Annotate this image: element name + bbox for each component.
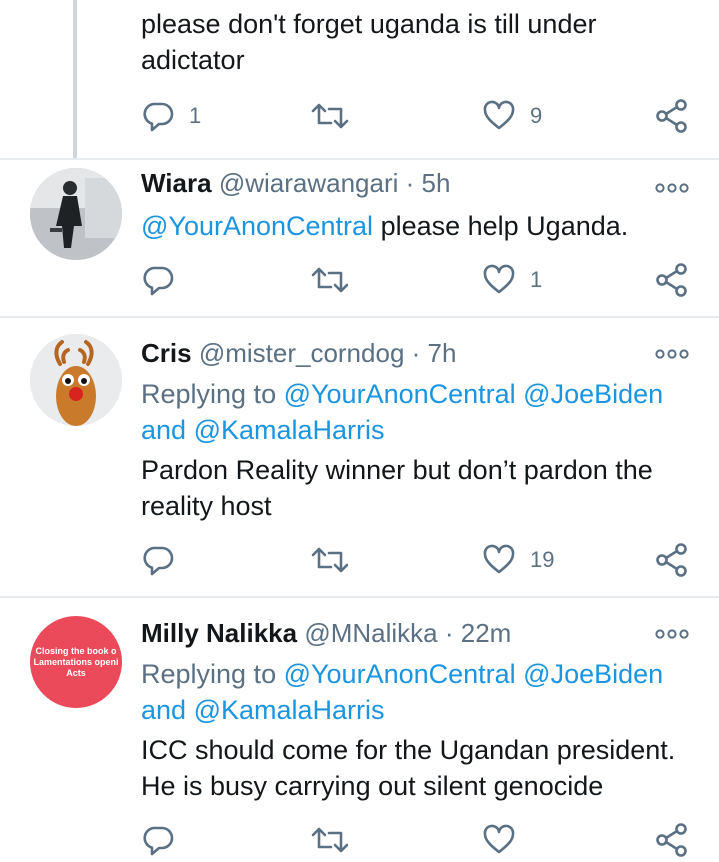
- tweet-2-line-2: reality host: [141, 491, 272, 521]
- share-button[interactable]: [654, 260, 690, 300]
- tweet-1-body: please help Uganda.: [373, 211, 629, 241]
- like-button[interactable]: 19: [482, 540, 554, 580]
- tweet-0[interactable]: please don't forget uganda is till under…: [0, 0, 719, 160]
- reply-icon: [143, 826, 174, 856]
- dot-separator: ·: [411, 338, 421, 368]
- replying-to-line-2: and @KamalaHarris: [141, 692, 385, 728]
- tweet-1-text: @YourAnonCentral please help Uganda.: [141, 208, 628, 244]
- and-text: and: [141, 415, 194, 445]
- tweet-2[interactable]: Cris @mister_corndog · 7h Replying to @Y…: [0, 318, 719, 594]
- share-icon: [656, 823, 687, 857]
- tweet-3-actions: [0, 820, 719, 860]
- reply-button[interactable]: [141, 540, 175, 580]
- replying-to-line-1: Replying to @YourAnonCentral @JoeBiden: [141, 656, 663, 692]
- like-button[interactable]: 1: [482, 260, 542, 300]
- tweet-3-line-1: ICC should come for the Ugandan presiden…: [141, 735, 676, 765]
- dot-separator: ·: [444, 618, 454, 648]
- tweet-3[interactable]: Closing the book o Lamentations openi Ac…: [0, 598, 719, 862]
- more-button[interactable]: [654, 624, 690, 644]
- tweet-3-header: Milly Nalikka @MNalikka · 22m: [141, 616, 511, 650]
- tweet-3-line-2: He is busy carrying out silent genocide: [141, 771, 604, 801]
- retweet-icon: [311, 267, 349, 293]
- share-icon: [656, 99, 687, 133]
- more-button[interactable]: [654, 178, 690, 198]
- handle[interactable]: @mister_corndog: [199, 338, 405, 368]
- more-button[interactable]: [654, 344, 690, 364]
- tweet-1[interactable]: Wiara @wiarawangari · 5h @YourAnonCentra…: [0, 160, 719, 316]
- mention-link[interactable]: @JoeBiden: [523, 659, 663, 689]
- mention-link[interactable]: @KamalaHarris: [194, 415, 385, 445]
- retweet-icon: [311, 547, 349, 573]
- reply-icon: [143, 102, 174, 132]
- retweet-button[interactable]: [310, 820, 350, 860]
- tweet-2-header: Cris @mister_corndog · 7h: [141, 336, 456, 370]
- like-icon: [483, 824, 515, 854]
- tweet-0-actions: 1 9: [0, 96, 719, 136]
- timestamp[interactable]: 5h: [422, 168, 451, 198]
- tweet-2-line-1: Pardon Reality winner but don’t pardon t…: [141, 455, 653, 485]
- reply-icon: [143, 546, 174, 576]
- avatar-text-line-3: Acts: [66, 667, 86, 678]
- handle[interactable]: @wiarawangari: [219, 168, 399, 198]
- tweet-0-line-1: please don't forget uganda is till under: [141, 9, 597, 39]
- avatar-text-line-2: Lamentations openi: [33, 656, 119, 667]
- tweet-2-actions: 19: [0, 540, 719, 580]
- tweet-1-header: Wiara @wiarawangari · 5h: [141, 166, 450, 200]
- timestamp[interactable]: 22m: [461, 618, 512, 648]
- replying-to-label: Replying to: [141, 659, 284, 689]
- reply-count: 1: [189, 103, 202, 128]
- and-text: and: [141, 695, 194, 725]
- reply-button[interactable]: [141, 260, 175, 300]
- display-name[interactable]: Cris: [141, 338, 192, 368]
- replying-to-label: Replying to: [141, 379, 284, 409]
- avatar-text-line-1: Closing the book o: [35, 645, 117, 656]
- tweet-1-actions: 1: [0, 260, 719, 300]
- retweet-button[interactable]: [310, 96, 350, 136]
- like-button[interactable]: 9: [482, 96, 542, 136]
- like-icon: [483, 264, 515, 294]
- share-button[interactable]: [654, 540, 690, 580]
- dot-separator: ·: [405, 168, 415, 198]
- tweet-0-line-2: adictator: [141, 45, 245, 75]
- display-name[interactable]: Wiara: [141, 168, 212, 198]
- more-icon: [655, 629, 689, 639]
- avatar[interactable]: [30, 168, 122, 260]
- retweet-icon: [311, 827, 349, 853]
- reply-button[interactable]: [141, 820, 175, 860]
- reply-button[interactable]: 1: [141, 96, 201, 136]
- person-photo-avatar-icon: [30, 168, 122, 260]
- share-icon: [656, 543, 687, 577]
- like-count: 1: [530, 267, 543, 292]
- mention-link[interactable]: @KamalaHarris: [194, 695, 385, 725]
- mention-link[interactable]: @YourAnonCentral: [141, 211, 373, 241]
- mention-link[interactable]: @JoeBiden: [523, 379, 663, 409]
- reindeer-toy-avatar-icon: [30, 334, 122, 426]
- more-icon: [655, 183, 689, 193]
- share-button[interactable]: [654, 96, 690, 136]
- replying-to-line-1: Replying to @YourAnonCentral @JoeBiden: [141, 376, 663, 412]
- like-count: 9: [530, 103, 543, 128]
- retweet-icon: [311, 103, 349, 129]
- like-icon: [483, 100, 515, 130]
- avatar[interactable]: Closing the book o Lamentations openi Ac…: [30, 616, 122, 708]
- like-count: 19: [530, 547, 555, 572]
- avatar[interactable]: [30, 334, 122, 426]
- mention-link[interactable]: @YourAnonCentral: [284, 659, 516, 689]
- more-icon: [655, 349, 689, 359]
- handle[interactable]: @MNalikka: [304, 618, 437, 648]
- share-icon: [656, 263, 687, 297]
- share-button[interactable]: [654, 820, 690, 860]
- timestamp[interactable]: 7h: [428, 338, 457, 368]
- like-button[interactable]: [482, 820, 516, 860]
- retweet-button[interactable]: [310, 540, 350, 580]
- reply-icon: [143, 266, 174, 296]
- replying-to-line-2: and @KamalaHarris: [141, 412, 385, 448]
- display-name[interactable]: Milly Nalikka: [141, 618, 297, 648]
- retweet-button[interactable]: [310, 260, 350, 300]
- like-icon: [483, 544, 515, 574]
- mention-link[interactable]: @YourAnonCentral: [284, 379, 516, 409]
